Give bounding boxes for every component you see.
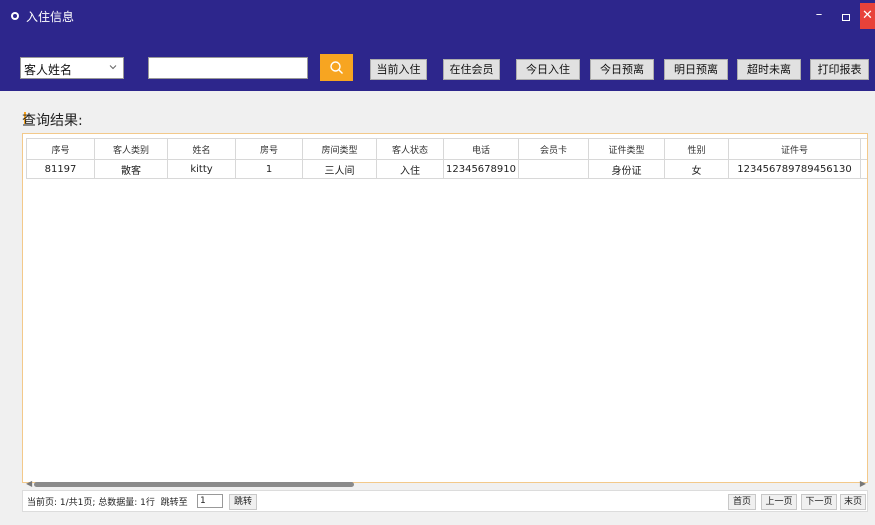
column-header[interactable]: 客人类别 [94, 138, 168, 160]
results-label: 查询结果: [22, 113, 83, 129]
table-cell[interactable]: 123456789789456130 [728, 159, 861, 179]
table-cell-filler [860, 159, 867, 179]
column-header[interactable]: 序号 [26, 138, 95, 160]
search-field-select[interactable]: 客人姓名 [20, 57, 124, 79]
results-table: 序号 客人类别 姓名 房号 房间类型 客人状态 电话 会员卡 证件类型 性别 证… [26, 138, 867, 179]
inhouse-members-button[interactable]: 在住会员 [443, 59, 500, 80]
next-page-button[interactable]: 下一页 [801, 494, 837, 510]
column-header[interactable]: 证件号 [728, 138, 861, 160]
tomorrow-departure-button[interactable]: 明日预离 [664, 59, 728, 80]
table-cell[interactable]: 女 [664, 159, 729, 179]
window-title: 入住信息 [26, 10, 75, 24]
maximize-icon [842, 14, 850, 21]
jump-to-label: 跳转至 [160, 498, 188, 508]
pager-bar: 当前页: 1/共1页; 总数据量: 1行 跳转至 1 跳转 首页 上一页 下一页… [22, 490, 868, 512]
chevron-down-icon [109, 65, 117, 70]
table-cell[interactable]: 散客 [94, 159, 168, 179]
toolbar: 客人姓名 当前入住 在住会员 今日入住 今日预离 明日预离 超时未离 打印报表 [0, 33, 875, 91]
column-header[interactable]: 证件类型 [588, 138, 665, 160]
search-icon [330, 61, 343, 74]
scroll-right-icon[interactable]: ▶ [860, 479, 866, 488]
jump-page-input[interactable]: 1 [197, 494, 223, 508]
table-cell[interactable]: 1 [235, 159, 303, 179]
table-cell[interactable]: 81197 [26, 159, 95, 179]
scrollbar-thumb[interactable] [34, 482, 354, 487]
table-row[interactable]: 81197 散客 kitty 1 三人间 入住 12345678910 身份证 … [26, 159, 867, 179]
column-header[interactable]: 电话 [443, 138, 519, 160]
table-cell[interactable]: 三人间 [302, 159, 377, 179]
print-report-button[interactable]: 打印报表 [810, 59, 869, 80]
first-page-button[interactable]: 首页 [728, 494, 756, 510]
search-button[interactable] [320, 54, 353, 81]
column-header[interactable]: 会员卡 [518, 138, 589, 160]
column-header[interactable]: 姓名 [167, 138, 236, 160]
maximize-button[interactable] [835, 6, 857, 26]
column-header[interactable]: 客人状态 [376, 138, 444, 160]
results-grid: 序号 客人类别 姓名 房号 房间类型 客人状态 电话 会员卡 证件类型 性别 证… [22, 133, 868, 483]
table-cell[interactable]: kitty [167, 159, 236, 179]
today-departure-button[interactable]: 今日预离 [590, 59, 654, 80]
overdue-button[interactable]: 超时未离 [737, 59, 801, 80]
header-row: 序号 客人类别 姓名 房号 房间类型 客人状态 电话 会员卡 证件类型 性别 证… [26, 138, 867, 160]
search-field-value: 客人姓名 [24, 63, 73, 77]
app-icon [11, 12, 19, 20]
table-cell[interactable] [518, 159, 589, 179]
minimize-button[interactable]: – [808, 6, 830, 26]
prev-page-button[interactable]: 上一页 [761, 494, 797, 510]
title-bar: 入住信息 – ✕ [0, 0, 875, 33]
column-header[interactable]: 房间类型 [302, 138, 377, 160]
table-cell[interactable]: 12345678910 [443, 159, 519, 179]
column-header[interactable]: 性别 [664, 138, 729, 160]
column-header[interactable]: 房号 [235, 138, 303, 160]
table-cell[interactable]: 身份证 [588, 159, 665, 179]
horizontal-scrollbar[interactable]: ◀ ▶ [24, 479, 868, 488]
jump-button[interactable]: 跳转 [229, 494, 257, 510]
last-page-button[interactable]: 末页 [840, 494, 866, 510]
today-checkin-button[interactable]: 今日入住 [516, 59, 580, 80]
column-header-filler [860, 138, 867, 160]
search-input[interactable] [148, 57, 308, 79]
close-button[interactable]: ✕ [860, 3, 875, 29]
pager-status: 当前页: 1/共1页; 总数据量: 1行 跳转至 [27, 495, 188, 508]
scroll-left-icon[interactable]: ◀ [26, 479, 32, 488]
current-checkin-button[interactable]: 当前入住 [370, 59, 427, 80]
table-cell[interactable]: 入住 [376, 159, 444, 179]
pager-status-text: 当前页: 1/共1页; 总数据量: 1行 [27, 498, 155, 508]
